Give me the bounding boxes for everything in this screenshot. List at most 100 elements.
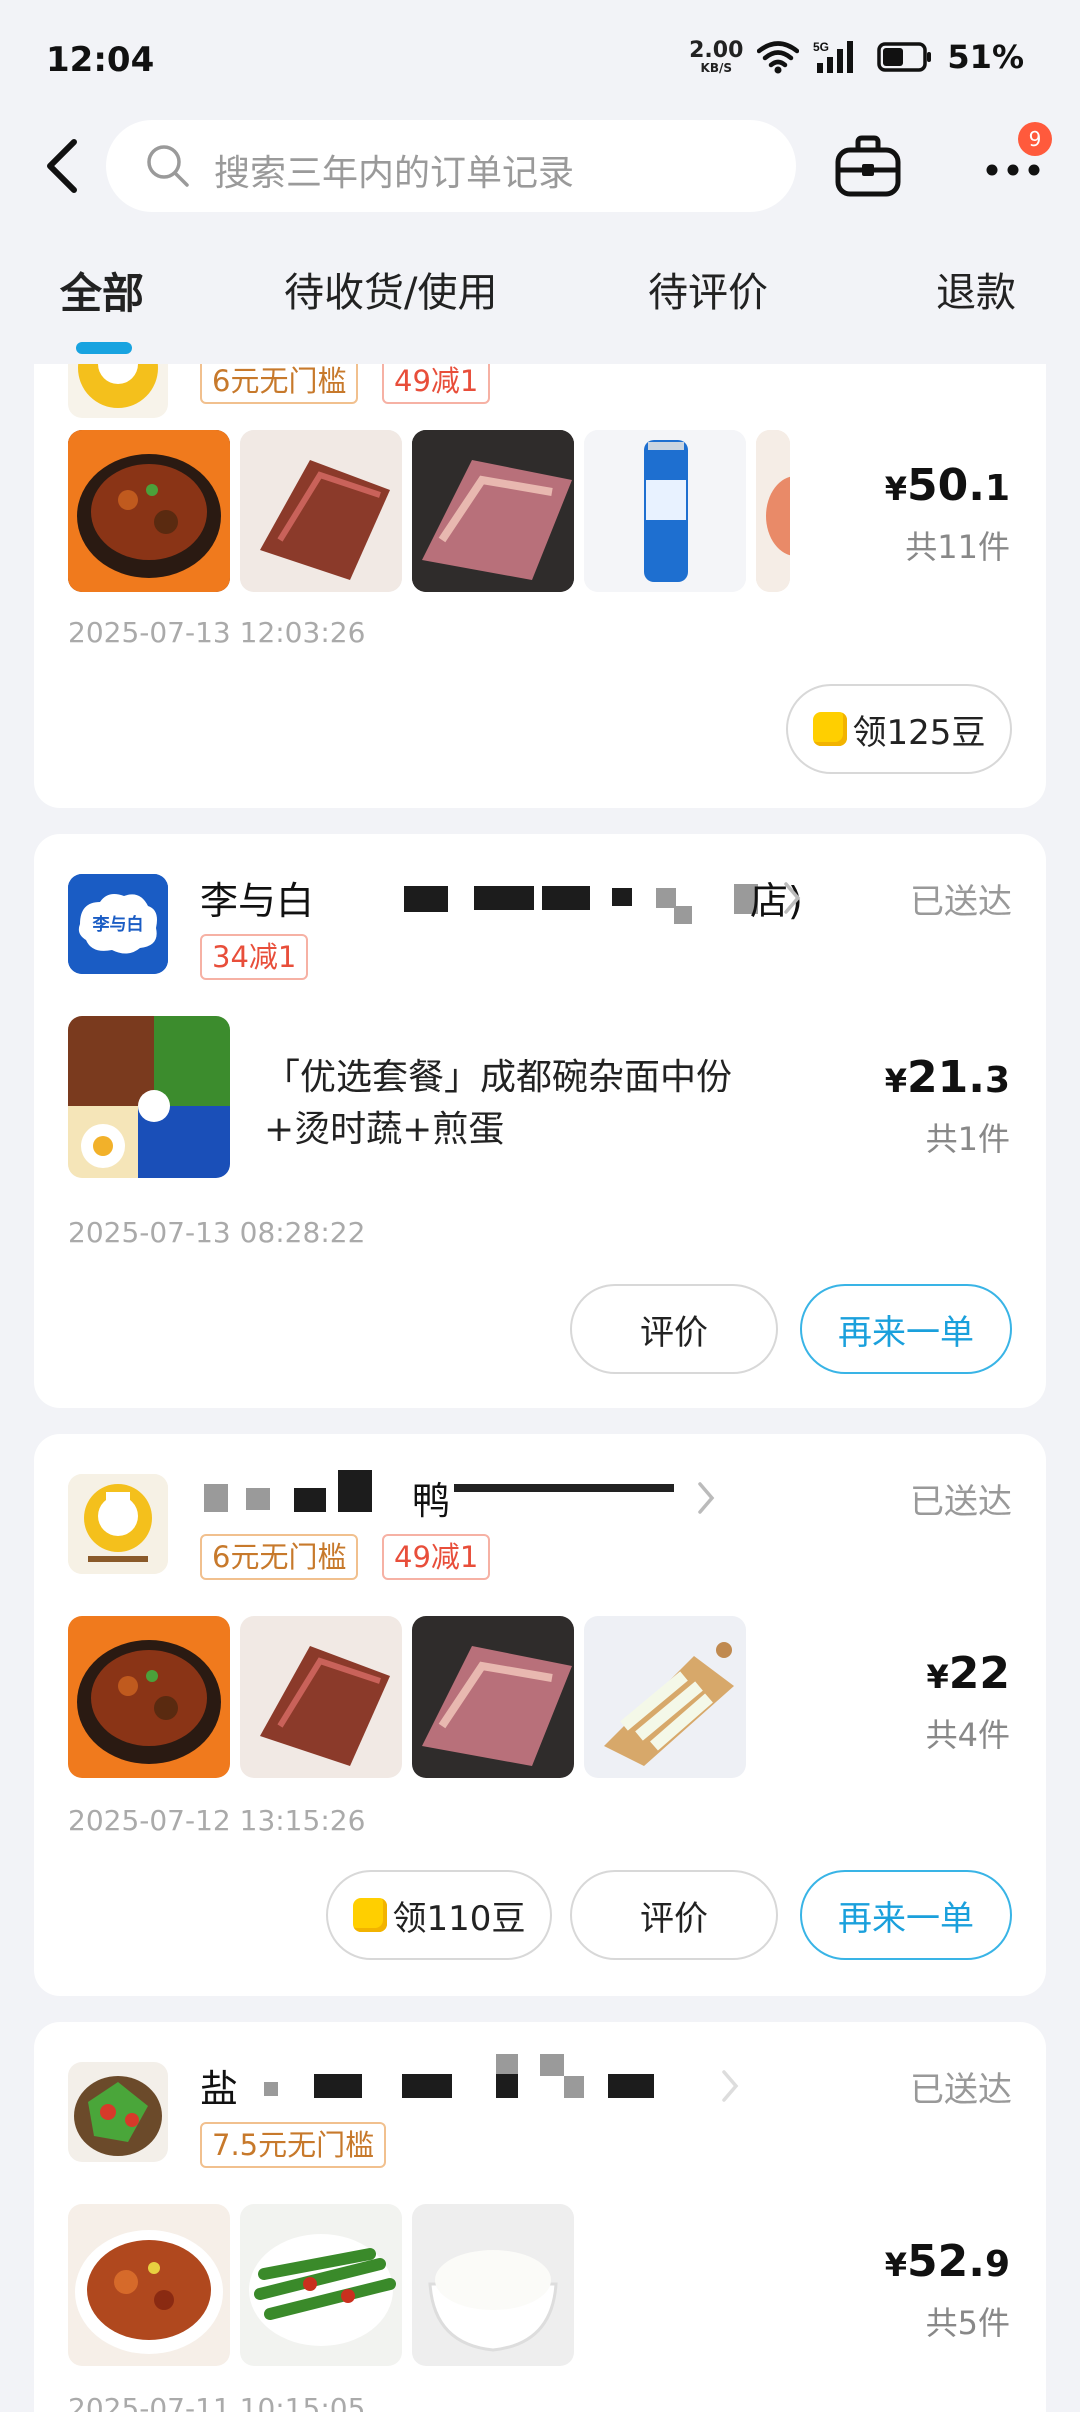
item-thumbnails[interactable]	[68, 1616, 768, 1778]
battery-percent: 51%	[947, 38, 1024, 76]
search-placeholder: 搜索三年内的订单记录	[214, 153, 575, 194]
order-status: 已送达	[910, 882, 1012, 922]
order-card[interactable]: 鸭 已送达 6元无门槛 49减1 ¥22 共4件 2025-07-12 13:1…	[34, 1434, 1046, 1996]
order-price: ¥52.9	[884, 2236, 1010, 2287]
review-button[interactable]: 评价	[570, 1870, 778, 1960]
redacted-block	[542, 886, 590, 910]
header: 搜索三年内的订单记录	[0, 116, 1080, 216]
coupon-tag: 6元无门槛	[200, 364, 359, 404]
order-quantity: 共11件	[905, 528, 1010, 566]
redacted-block	[402, 2074, 452, 2098]
product-image	[412, 2204, 574, 2366]
store-name[interactable]: 鸭	[412, 1470, 450, 1525]
status-time: 12:04	[46, 40, 155, 80]
product-image	[412, 430, 574, 592]
redacted-block	[474, 886, 534, 910]
net-speed: 2.00 KB/S	[689, 38, 744, 75]
order-quantity: 共4件	[925, 1716, 1010, 1754]
status-bar: 12:04 2.00 KB/S 5G 51%	[0, 0, 1080, 120]
redacted-block	[294, 1488, 326, 1512]
orders-page: 12:04 2.00 KB/S 5G 51% 搜索三年内的订单记录 9 全部 待…	[0, 0, 1080, 2412]
net-speed-unit: KB/S	[700, 61, 732, 75]
net-speed-value: 2.00	[689, 38, 744, 63]
tab-refund[interactable]: 退款	[936, 260, 1016, 318]
review-button[interactable]: 评价	[570, 1284, 778, 1374]
claim-beans-label: 领110豆	[392, 1898, 526, 1939]
battery-icon	[877, 42, 932, 72]
store-name[interactable]: 李与白	[200, 870, 314, 925]
redacted-block	[264, 2082, 278, 2096]
redacted-block	[204, 1484, 228, 1512]
redacted-block	[246, 1488, 270, 1510]
discount-tag: 49减1	[382, 1534, 491, 1580]
reorder-button[interactable]: 再来一单	[800, 1870, 1012, 1960]
redacted-block	[404, 886, 448, 912]
search-bar[interactable]: 搜索三年内的订单记录	[106, 120, 796, 212]
svg-text:李与白: 李与白	[93, 914, 144, 935]
redacted-block	[612, 888, 632, 906]
reorder-button[interactable]: 再来一单	[800, 1284, 1012, 1374]
order-datetime: 2025-07-12 13:15:26	[68, 1804, 366, 1837]
redacted-block	[496, 2074, 518, 2098]
order-quantity: 共1件	[925, 1120, 1010, 1158]
chevron-right-icon[interactable]	[718, 2066, 742, 2106]
redacted-block	[608, 2074, 654, 2098]
redacted-block	[314, 2074, 362, 2098]
order-status: 已送达	[910, 2070, 1012, 2110]
claim-beans-label: 领125豆	[852, 712, 986, 753]
redacted-block	[338, 1470, 372, 1512]
notification-badge: 9	[1018, 122, 1052, 156]
store-logo: 李与白	[68, 874, 168, 974]
order-status: 已送达	[910, 1482, 1012, 1522]
product-image[interactable]	[68, 1016, 230, 1178]
tab-all[interactable]: 全部	[60, 260, 144, 321]
product-image	[240, 2204, 402, 2366]
bean-coin-icon	[812, 712, 847, 746]
redacted-block	[496, 2054, 518, 2074]
order-card[interactable]: 李与白 李与白 店) 已送达 34减1 「优选套餐」成都碗杂面中份 +烫时蔬+煎…	[34, 834, 1046, 1408]
discount-tag: 34减1	[200, 934, 309, 980]
wifi-icon	[757, 41, 800, 74]
search-icon	[147, 145, 189, 187]
tab-active-indicator	[76, 342, 132, 354]
product-image	[68, 430, 230, 592]
item-title[interactable]: 「优选套餐」成都碗杂面中份 +烫时蔬+煎蛋	[264, 1052, 732, 1156]
item-thumbnails[interactable]	[68, 2204, 588, 2366]
network-type-label: 5G	[813, 40, 829, 54]
order-price: ¥21.3	[884, 1052, 1010, 1103]
item-title-line2: +烫时蔬+煎蛋	[264, 1109, 505, 1150]
order-price: ¥22	[926, 1648, 1011, 1699]
store-logo	[68, 2062, 168, 2162]
order-quantity: 共5件	[925, 2304, 1010, 2342]
product-image	[584, 430, 746, 592]
store-name[interactable]: 盐	[200, 2058, 238, 2113]
tab-pending-receipt[interactable]: 待收货/使用	[284, 260, 497, 318]
store-logo	[68, 1474, 168, 1574]
discount-tag: 49减1	[382, 364, 491, 404]
chevron-right-icon[interactable]	[694, 1478, 718, 1518]
claim-beans-button[interactable]: 领110豆	[326, 1870, 552, 1960]
order-card[interactable]: 盐 已送达 7.5元无门槛 ¥52.9 共5件 2025-07-11 10:15…	[34, 2022, 1046, 2412]
claim-beans-button[interactable]: 领125豆	[786, 684, 1012, 774]
item-thumbnails[interactable]	[68, 430, 828, 592]
order-datetime: 2025-07-13 12:03:26	[68, 616, 366, 649]
order-price: ¥50.1	[884, 460, 1010, 511]
product-image	[584, 1616, 746, 1778]
order-card[interactable]: 6元无门槛 49减1 ¥50.1 共11件 2025-07-13 12:03:2…	[34, 364, 1046, 808]
tab-pending-review[interactable]: 待评价	[648, 260, 768, 318]
product-image	[240, 1616, 402, 1778]
chevron-right-icon[interactable]	[780, 878, 804, 918]
order-tabs: 全部 待收货/使用 待评价 退款	[0, 250, 1080, 360]
back-arrow-icon[interactable]	[36, 134, 96, 198]
item-title-line1: 「优选套餐」成都碗杂面中份	[264, 1057, 733, 1098]
order-datetime: 2025-07-13 08:28:22	[68, 1216, 366, 1249]
coupon-tag: 7.5元无门槛	[200, 2122, 387, 2168]
product-image	[68, 2204, 230, 2366]
redacted-block	[674, 906, 692, 924]
product-image	[240, 430, 402, 592]
store-logo	[68, 364, 168, 418]
redacted-block	[564, 2076, 584, 2098]
redacted-block	[540, 2054, 564, 2076]
briefcase-icon[interactable]	[834, 132, 902, 200]
product-image	[68, 1616, 230, 1778]
